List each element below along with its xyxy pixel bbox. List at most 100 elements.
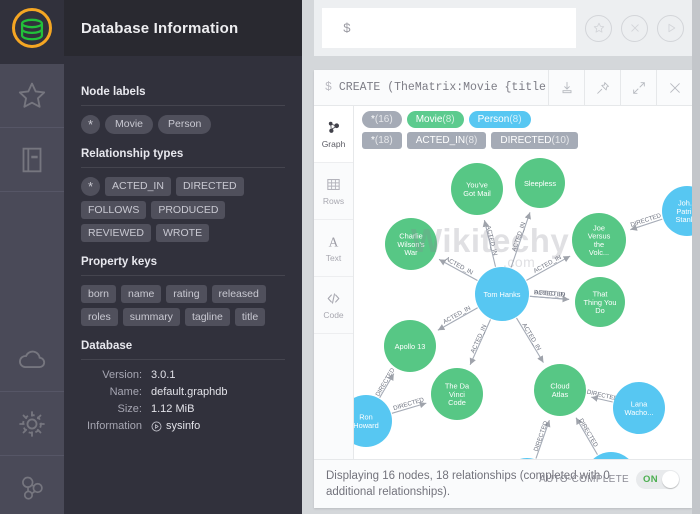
node-label-chip-movie[interactable]: Movie: [105, 115, 153, 134]
close-button[interactable]: [656, 70, 692, 105]
gear-icon: [15, 407, 49, 441]
legend-movie-text: Movie: [416, 114, 443, 125]
node-label-chip-any[interactable]: *: [81, 115, 100, 134]
version-value: 3.0.1: [151, 369, 175, 381]
rail-item-documents[interactable]: [0, 128, 64, 192]
database-heading: Database: [81, 340, 285, 352]
frame-prompt: $: [325, 81, 332, 94]
graph-node[interactable]: CharlieWilson'sWar: [385, 218, 437, 270]
code-icon: [325, 290, 342, 307]
prop-chip-rating[interactable]: rating: [166, 285, 206, 303]
prop-chip-title[interactable]: title: [235, 308, 265, 326]
graph-nodes: You'veGot MailSleepless CharlieWilson'sWa…: [354, 158, 692, 459]
node-labels-heading: Node labels: [81, 86, 285, 98]
node-label: Do: [595, 306, 604, 315]
prop-chip-tagline[interactable]: tagline: [185, 308, 230, 326]
rail-item-cloud[interactable]: [0, 328, 64, 392]
play-icon: [664, 21, 678, 35]
graph-canvas[interactable]: *(16) Movie(8) Person(8) *(18) ACTED_IN(…: [354, 106, 692, 459]
frame-query[interactable]: $ CREATE (TheMatrix:Movie {title:...: [314, 70, 548, 105]
rel-chip-directed[interactable]: DIRECTED: [176, 177, 244, 196]
edge-label: ACTED_IN: [442, 305, 472, 326]
result-frame: $ CREATE (TheMatrix:Movie {title:...: [314, 70, 692, 508]
expand-button[interactable]: [620, 70, 656, 105]
edge-label: ACTED_IN: [533, 254, 563, 275]
graph-node[interactable]: Apollo 13: [384, 320, 436, 372]
rel-chip-produced[interactable]: PRODUCED: [151, 201, 225, 219]
svg-text:A: A: [329, 234, 339, 249]
clear-button[interactable]: [621, 15, 648, 42]
legend-chip-any-node[interactable]: *(16): [362, 111, 402, 128]
graph-node[interactable]: Joh...Patri...Stanl...: [662, 186, 692, 236]
rail-item-settings[interactable]: [0, 392, 64, 456]
legend-chip-acted-in[interactable]: ACTED_IN(8): [407, 132, 487, 149]
node-label: Apollo 13: [395, 342, 426, 351]
prop-chip-born[interactable]: born: [81, 285, 116, 303]
rail-item-about[interactable]: [0, 456, 64, 514]
graph-nodes-icon: [15, 471, 49, 505]
cloud-icon: [15, 343, 49, 377]
prop-chip-name[interactable]: name: [121, 285, 161, 303]
pin-button[interactable]: [584, 70, 620, 105]
graph-node[interactable]: Tom Hanks: [475, 267, 529, 321]
favorite-button[interactable]: [585, 15, 612, 42]
tab-graph-label: Graph: [322, 139, 346, 149]
legend-acted-in-count: (8): [465, 135, 477, 146]
legend-chip-any-rel[interactable]: *(18): [362, 132, 402, 149]
rel-chip-reviewed[interactable]: REVIEWED: [81, 224, 151, 242]
database-information-drawer: Database Information Node labels * Movie…: [64, 0, 302, 514]
query-input[interactable]: $: [322, 8, 576, 48]
graph-node[interactable]: CloudAtlas: [534, 364, 586, 416]
size-label: Size:: [81, 403, 151, 415]
graph-icon: [325, 119, 342, 136]
status-bar: Displaying 16 nodes, 18 relationships (c…: [314, 459, 692, 508]
graph-node[interactable]: Andy: [585, 452, 637, 459]
rel-chip-wrote[interactable]: WROTE: [156, 224, 209, 242]
frame-query-text: CREATE (TheMatrix:Movie {title:...: [339, 81, 548, 94]
edge-label: ACTED_IN: [520, 322, 542, 352]
rail-item-database[interactable]: [0, 0, 64, 64]
legend-person-text: Person: [478, 114, 510, 125]
legend-directed-count: (10): [552, 135, 570, 146]
graph-node[interactable]: LanaWacho...: [613, 382, 665, 434]
database-row-name: Name: default.graphdb: [81, 386, 285, 398]
tab-code-label: Code: [323, 310, 343, 320]
legend-chip-movie[interactable]: Movie(8): [407, 111, 464, 128]
table-icon: [325, 176, 342, 193]
relationship-types-heading: Relationship types: [81, 148, 285, 160]
rel-chip-any[interactable]: *: [81, 177, 100, 196]
tab-code[interactable]: Code: [314, 277, 353, 334]
autocomplete-control: AUTO-COMPLETE ON: [539, 470, 680, 489]
graph-node[interactable]: The DaVinciCode: [431, 368, 483, 420]
page-scrollbar[interactable]: [692, 0, 700, 514]
rel-chip-follows[interactable]: FOLLOWS: [81, 201, 146, 219]
autocomplete-toggle[interactable]: ON: [636, 470, 680, 489]
graph-node[interactable]: JoeVersustheVolc...: [572, 213, 626, 267]
graph-visualization[interactable]: DIRECTEDACTED_INACTED_INACTED_INACTED_IN…: [354, 106, 692, 459]
prop-chip-roles[interactable]: roles: [81, 308, 118, 326]
legend-labels: *(16) Movie(8) Person(8): [362, 111, 684, 128]
graph-node[interactable]: RonHoward: [354, 395, 392, 447]
node-label-chip-person[interactable]: Person: [158, 115, 211, 134]
graph-node[interactable]: ThatThing YouDo: [575, 277, 625, 327]
prop-chip-released[interactable]: released: [212, 285, 266, 303]
sysinfo-link[interactable]: sysinfo: [151, 420, 200, 432]
run-button[interactable]: [657, 15, 684, 42]
node-label: Got Mail: [463, 189, 491, 198]
download-button[interactable]: [548, 70, 584, 105]
tab-text[interactable]: A Text: [314, 220, 353, 277]
tab-rows[interactable]: Rows: [314, 163, 353, 220]
text-icon: A: [325, 233, 342, 250]
property-keys-heading: Property keys: [81, 256, 285, 268]
legend-chip-person[interactable]: Person(8): [469, 111, 531, 128]
drawer-header: Database Information: [64, 0, 302, 56]
prop-chip-summary[interactable]: summary: [123, 308, 180, 326]
pin-icon: [595, 80, 611, 96]
rel-chip-acted-in[interactable]: ACTED_IN: [105, 177, 171, 196]
graph-node[interactable]: Sleepless: [515, 158, 565, 208]
tab-graph[interactable]: Graph: [314, 106, 353, 163]
legend-acted-in-text: ACTED_IN: [416, 135, 465, 146]
graph-node[interactable]: You'veGot Mail: [451, 163, 503, 215]
legend-chip-directed[interactable]: DIRECTED(10): [491, 132, 578, 149]
rail-item-favorites[interactable]: [0, 64, 64, 128]
